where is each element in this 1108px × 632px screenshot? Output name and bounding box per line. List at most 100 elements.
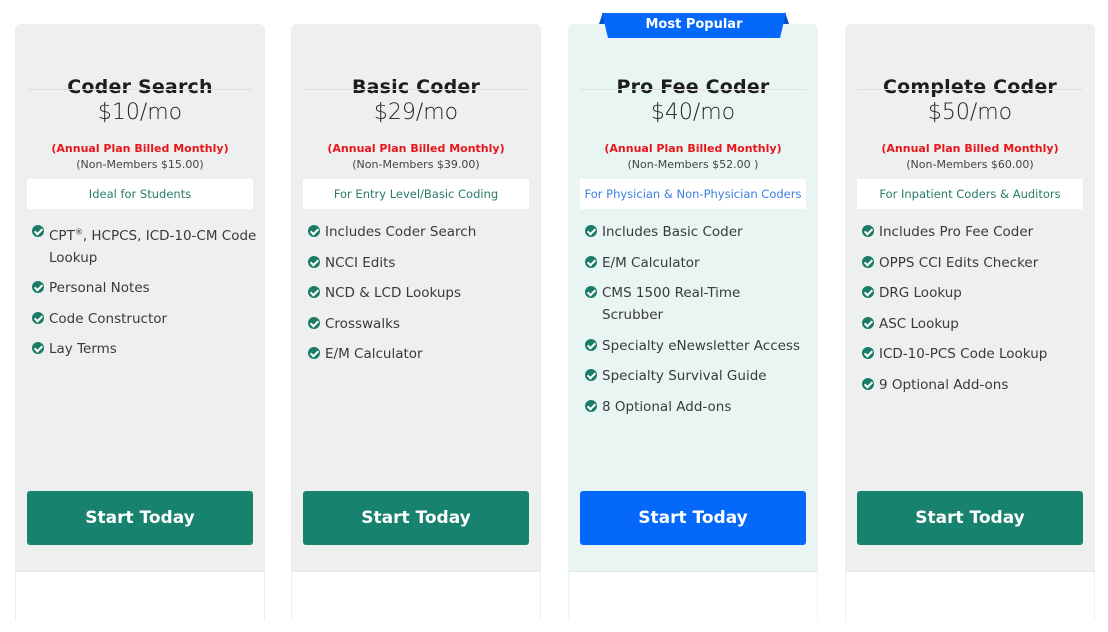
feature-item: Specialty Survival Guide <box>585 365 810 387</box>
feature-text: Lay Terms <box>49 341 117 357</box>
check-circle-icon <box>585 338 597 351</box>
feature-list: Includes Basic Coder E/M Calculator CMS … <box>585 221 810 426</box>
plan-price: $40/mo <box>650 100 736 125</box>
feature-item: 8 Optional Add-ons <box>585 396 810 418</box>
divider <box>27 89 253 90</box>
billing-note: (Annual Plan Billed Monthly) <box>327 142 505 155</box>
feature-item: Code Constructor <box>32 308 257 330</box>
check-circle-icon <box>862 347 874 359</box>
feature-text: CMS 1500 Real-Time Scrubber <box>602 285 741 323</box>
feature-text: CPT®, HCPCS, ICD-10-CM Code Lookup <box>49 227 257 266</box>
feature-list: CPT®, HCPCS, ICD-10-CM Code Lookup Perso… <box>32 221 257 369</box>
feature-item: DRG Lookup <box>862 282 1087 304</box>
plan-tagline: Ideal for Students <box>27 179 253 209</box>
feature-list: Includes Pro Fee Coder OPPS CCI Edits Ch… <box>862 221 1087 404</box>
feature-item: E/M Calculator <box>585 252 810 274</box>
non-member-price: (Non-Members $15.00) <box>76 158 204 171</box>
feature-item: ICD-10-PCS Code Lookup <box>862 343 1087 365</box>
most-popular-ribbon: Most Popular <box>599 12 789 38</box>
plan-tagline: For Inpatient Coders & Auditors <box>857 179 1083 209</box>
feature-item: Crosswalks <box>308 313 533 335</box>
feature-item: NCD & LCD Lookups <box>308 282 533 304</box>
check-circle-icon <box>308 225 320 237</box>
feature-item: ASC Lookup <box>862 313 1087 335</box>
card-footer <box>292 571 540 632</box>
feature-text: ICD-10-PCS Code Lookup <box>879 346 1048 362</box>
feature-item: CMS 1500 Real-Time Scrubber <box>585 282 772 326</box>
check-circle-icon <box>862 255 874 268</box>
feature-item: E/M Calculator <box>308 343 533 365</box>
plan-tagline: For Entry Level/Basic Coding <box>303 179 529 209</box>
feature-item: Includes Coder Search <box>308 221 533 243</box>
plan-title: Complete Coder <box>882 76 1058 98</box>
check-circle-icon <box>32 342 44 354</box>
feature-text: OPPS CCI Edits Checker <box>879 254 1039 271</box>
feature-text: Includes Basic Coder <box>602 224 743 240</box>
check-circle-icon <box>32 225 44 237</box>
feature-item: Specialty eNewsletter Access <box>585 335 810 357</box>
billing-note: (Annual Plan Billed Monthly) <box>604 142 782 155</box>
feature-text: 8 Optional Add-ons <box>602 398 732 415</box>
feature-text: ASC Lookup <box>879 315 959 332</box>
check-circle-icon <box>585 225 597 237</box>
card-footer <box>846 571 1094 632</box>
plan-card-basic-coder: Basic Coder $29/mo (Annual Plan Billed M… <box>291 24 541 632</box>
check-circle-icon <box>862 316 874 329</box>
plan-price: $29/mo <box>373 100 459 125</box>
card-footer <box>569 571 817 632</box>
non-member-price: (Non-Members $39.00) <box>352 158 480 171</box>
check-circle-icon <box>308 255 320 268</box>
feature-text: Includes Pro Fee Coder <box>879 224 1034 240</box>
start-today-button[interactable]: Start Today <box>580 491 806 545</box>
feature-item: CPT®, HCPCS, ICD-10-CM Code Lookup <box>32 221 257 269</box>
billing-note: (Annual Plan Billed Monthly) <box>51 142 229 155</box>
non-member-price: (Non-Members $60.00) <box>906 158 1034 171</box>
check-circle-icon <box>862 377 874 390</box>
feature-item: Personal Notes <box>32 277 257 299</box>
check-circle-icon <box>308 347 320 359</box>
card-footer <box>16 571 264 632</box>
start-today-button[interactable]: Start Today <box>303 491 529 545</box>
check-circle-icon <box>308 316 320 329</box>
feature-text: DRG Lookup <box>879 285 962 301</box>
feature-text: E/M Calculator <box>325 346 423 362</box>
feature-item: Lay Terms <box>32 338 257 360</box>
feature-text: E/M Calculator <box>602 254 700 271</box>
divider <box>580 89 806 90</box>
check-circle-icon <box>308 286 320 298</box>
check-circle-icon <box>32 311 44 324</box>
feature-text: Personal Notes <box>49 280 150 296</box>
feature-text: Specialty eNewsletter Access <box>602 337 801 354</box>
feature-text: NCCI Edits <box>325 254 396 271</box>
start-today-button[interactable]: Start Today <box>857 491 1083 545</box>
divider <box>303 89 529 90</box>
plan-tagline: For Physician & Non-Physician Coders <box>580 179 806 209</box>
check-circle-icon <box>32 281 44 293</box>
check-circle-icon <box>862 225 874 237</box>
plan-card-complete-coder: Complete Coder $50/mo (Annual Plan Bille… <box>845 24 1095 632</box>
plan-title: Pro Fee Coder <box>616 76 770 98</box>
plan-title: Coder Search <box>67 76 213 98</box>
check-circle-icon <box>585 369 597 381</box>
feature-item: Includes Pro Fee Coder <box>862 221 1087 243</box>
feature-text: Specialty Survival Guide <box>602 368 767 384</box>
plan-card-pro-fee-coder: Pro Fee Coder $40/mo (Annual Plan Billed… <box>568 24 818 632</box>
check-circle-icon <box>862 286 874 298</box>
feature-item: OPPS CCI Edits Checker <box>862 252 1087 274</box>
feature-text: Includes Coder Search <box>325 224 477 240</box>
feature-item: Includes Basic Coder <box>585 221 810 243</box>
plan-price: $10/mo <box>97 100 183 125</box>
plan-price: $50/mo <box>927 100 1013 125</box>
feature-text: NCD & LCD Lookups <box>325 285 462 301</box>
non-member-price: (Non-Members $52.00 ) <box>627 158 759 171</box>
plan-card-coder-search: Coder Search $10/mo (Annual Plan Billed … <box>15 24 265 632</box>
check-circle-icon <box>585 399 597 412</box>
check-circle-icon <box>585 255 597 268</box>
divider <box>857 89 1083 90</box>
check-circle-icon <box>585 286 597 298</box>
plan-title: Basic Coder <box>351 76 481 98</box>
start-today-button[interactable]: Start Today <box>27 491 253 545</box>
feature-item: 9 Optional Add-ons <box>862 374 1087 396</box>
feature-list: Includes Coder Search NCCI Edits NCD & L… <box>308 221 533 374</box>
billing-note: (Annual Plan Billed Monthly) <box>881 142 1059 155</box>
